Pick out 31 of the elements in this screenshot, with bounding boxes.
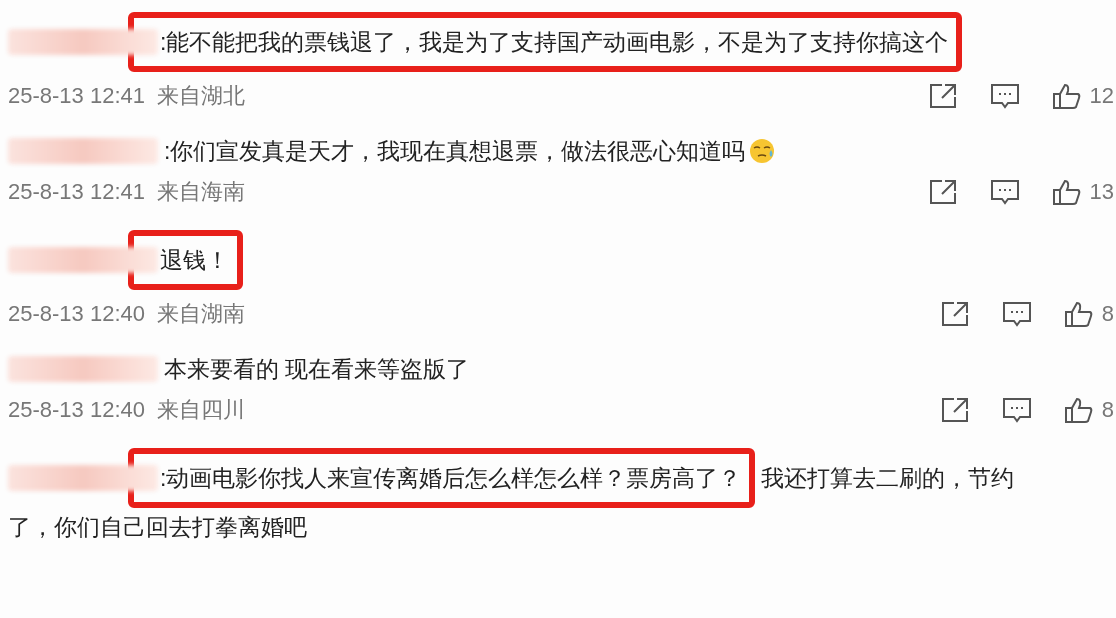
comment-date: 25-8-13 12:40	[8, 396, 145, 424]
share-icon[interactable]	[939, 396, 970, 424]
comment-text: :你们宣发真是天才，我现在真想退票，做法很恶心知道吗	[163, 137, 747, 166]
highlighted-comment-text: :动画电影你找人来宣传离婚后怎么样怎么样？票房高了？	[128, 448, 756, 508]
comment-text: 了，你们自己回去打拳离婚吧	[8, 513, 307, 542]
comment-icon[interactable]	[989, 82, 1020, 110]
comment-icon[interactable]	[1001, 396, 1032, 424]
highlighted-comment-text: 退钱！	[128, 230, 243, 290]
comment-date: 25-8-13 12:41	[8, 178, 145, 206]
thumbs-up-icon[interactable]	[1051, 82, 1082, 110]
comment-location: 来自海南	[157, 178, 245, 206]
like-count: 13	[1089, 178, 1114, 206]
comment-icon[interactable]	[989, 178, 1020, 206]
comment-text: 本来要看的 现在看来等盗版了	[163, 355, 471, 384]
like-count: 8	[1101, 300, 1114, 328]
like-count: 12	[1089, 82, 1114, 110]
comment-location: 来自湖南	[157, 300, 245, 328]
comment-text: 我还打算去二刷的，节约	[760, 464, 1016, 493]
thumbs-up-icon[interactable]	[1063, 300, 1094, 328]
thumbs-up-icon[interactable]	[1051, 178, 1082, 206]
comment-icon[interactable]	[1001, 300, 1032, 328]
share-icon[interactable]	[939, 300, 970, 328]
comment-date: 25-8-13 12:40	[8, 300, 145, 328]
thumbs-up-icon[interactable]	[1063, 396, 1094, 424]
share-icon[interactable]	[927, 82, 958, 110]
comment-location: 来自湖北	[157, 82, 245, 110]
comment-date: 25-8-13 12:41	[8, 82, 145, 110]
highlighted-comment-text: :能不能把我的票钱退了，我是为了支持国产动画电影，不是为了支持你搞这个	[128, 12, 963, 72]
comment-location: 来自四川	[157, 396, 245, 424]
like-count: 8	[1101, 396, 1114, 424]
share-icon[interactable]	[927, 178, 958, 206]
